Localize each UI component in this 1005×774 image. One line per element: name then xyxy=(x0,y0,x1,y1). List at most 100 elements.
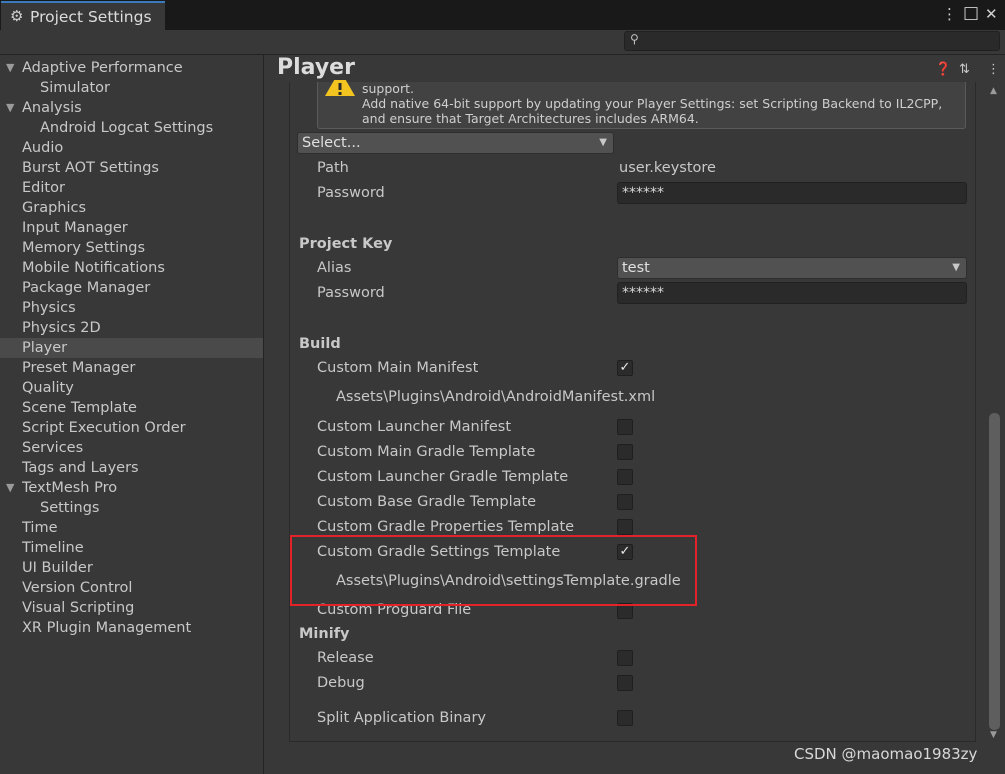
sidebar-item-label: Visual Scripting xyxy=(22,600,135,616)
custom-main-manifest-checkbox[interactable]: ✓ xyxy=(617,360,633,376)
close-icon[interactable]: ✕ xyxy=(985,5,998,23)
sidebar-item-input-manager[interactable]: Input Manager xyxy=(0,218,263,238)
annotation-highlight-box xyxy=(290,535,697,606)
scroll-down-icon[interactable]: ▼ xyxy=(990,730,997,740)
custom-launcher-manifest-checkbox[interactable] xyxy=(617,419,633,435)
sidebar-item-quality[interactable]: Quality xyxy=(0,378,263,398)
preset-icon[interactable]: ⇅ xyxy=(959,62,970,77)
sidebar-item-label: Analysis xyxy=(22,100,82,116)
custom-base-gradle-label: Custom Base Gradle Template xyxy=(317,494,537,510)
alias-dropdown[interactable]: test ▼ xyxy=(617,257,967,279)
manifest-path: Assets\Plugins\Android\AndroidManifest.x… xyxy=(336,389,656,405)
sidebar-item-textmesh-pro[interactable]: ▼ TextMesh Pro xyxy=(0,478,263,498)
sidebar-item-physics[interactable]: Physics xyxy=(0,298,263,318)
sidebar-item-android-logcat-settings[interactable]: Android Logcat Settings xyxy=(0,118,263,138)
minify-heading: Minify xyxy=(299,626,350,642)
watermark: CSDN @maomao1983zy xyxy=(794,745,978,763)
sidebar-item-label: Editor xyxy=(22,180,65,196)
custom-launcher-gradle-checkbox[interactable] xyxy=(617,469,633,485)
sidebar-item-preset-manager[interactable]: Preset Manager xyxy=(0,358,263,378)
warning-text-line3: and ensure that Target Architectures inc… xyxy=(362,111,699,126)
warning-icon xyxy=(325,80,355,96)
sidebar-item-label: Physics xyxy=(22,300,76,316)
sidebar-item-xr-plugin-management[interactable]: XR Plugin Management xyxy=(0,618,263,638)
split-binary-checkbox[interactable] xyxy=(617,710,633,726)
sidebar-item-label: Adaptive Performance xyxy=(22,60,183,76)
scrollbar-thumb[interactable] xyxy=(989,413,1000,730)
sidebar-item-label: Quality xyxy=(22,380,74,396)
sidebar-item-burst-aot-settings[interactable]: Burst AOT Settings xyxy=(0,158,263,178)
sidebar-item-audio[interactable]: Audio xyxy=(0,138,263,158)
sidebar-item-time[interactable]: Time xyxy=(0,518,263,538)
sidebar-item-version-control[interactable]: Version Control xyxy=(0,578,263,598)
sidebar-item-tags-and-layers[interactable]: Tags and Layers xyxy=(0,458,263,478)
keystore-path-label: Path xyxy=(317,160,349,176)
sidebar-item-script-execution-order[interactable]: Script Execution Order xyxy=(0,418,263,438)
custom-gradle-properties-label: Custom Gradle Properties Template xyxy=(317,519,575,535)
sidebar-item-label: Settings xyxy=(40,500,100,516)
sidebar-item-package-manager[interactable]: Package Manager xyxy=(0,278,263,298)
tab-title: Project Settings xyxy=(30,8,152,26)
release-label: Release xyxy=(317,650,374,666)
keystore-select-dropdown[interactable]: Select... ▼ xyxy=(297,132,614,154)
sidebar-item-label: Simulator xyxy=(40,80,110,96)
custom-main-gradle-checkbox[interactable] xyxy=(617,444,633,460)
scroll-up-icon[interactable]: ▲ xyxy=(990,86,997,96)
sidebar-item-adaptive-performance[interactable]: ▼ Adaptive Performance xyxy=(0,58,263,78)
sidebar-item-player[interactable]: Player xyxy=(0,338,263,358)
alias-value: test xyxy=(622,260,650,276)
key-password-field[interactable]: ****** xyxy=(617,282,967,304)
page-title: Player xyxy=(277,55,355,80)
custom-main-gradle-label: Custom Main Gradle Template xyxy=(317,444,536,460)
maximize-icon[interactable]: □ xyxy=(963,3,979,23)
settings-panel xyxy=(289,82,976,742)
sidebar-item-label: Package Manager xyxy=(22,280,151,296)
check-icon: ✓ xyxy=(619,360,631,375)
sidebar-item-label: Android Logcat Settings xyxy=(40,120,214,136)
debug-checkbox[interactable] xyxy=(617,675,633,691)
keystore-path-value: user.keystore xyxy=(619,160,716,176)
sidebar-item-label: Services xyxy=(22,440,84,456)
more-options-icon[interactable]: ⋮ xyxy=(987,62,1000,77)
keystore-password-field[interactable]: ****** xyxy=(617,182,967,204)
sidebar-item-label: Player xyxy=(22,340,68,356)
help-icon[interactable]: ❓ xyxy=(935,62,951,77)
sidebar-item-label: Time xyxy=(22,520,58,536)
expand-triangle-icon[interactable]: ▼ xyxy=(6,58,14,78)
custom-launcher-gradle-label: Custom Launcher Gradle Template xyxy=(317,469,569,485)
sidebar-item-label: Audio xyxy=(22,140,64,156)
sidebar-item-graphics[interactable]: Graphics xyxy=(0,198,263,218)
sidebar-item-label: Scene Template xyxy=(22,400,137,416)
sidebar-item-mobile-notifications[interactable]: Mobile Notifications xyxy=(0,258,263,278)
sidebar-item-visual-scripting[interactable]: Visual Scripting xyxy=(0,598,263,618)
sidebar-item-ui-builder[interactable]: UI Builder xyxy=(0,558,263,578)
sidebar-item-services[interactable]: Services xyxy=(0,438,263,458)
custom-launcher-manifest-label: Custom Launcher Manifest xyxy=(317,419,512,435)
sidebar-item-simulator[interactable]: Simulator xyxy=(0,78,263,98)
sidebar-item-label: Preset Manager xyxy=(22,360,136,376)
sidebar-item-editor[interactable]: Editor xyxy=(0,178,263,198)
sidebar-item-label: TextMesh Pro xyxy=(22,480,118,496)
window-menu-icon[interactable]: ⋮ xyxy=(942,5,957,23)
tab-project-settings[interactable]: ⚙ Project Settings xyxy=(1,1,165,30)
sidebar-item-analysis[interactable]: ▼ Analysis xyxy=(0,98,263,118)
sidebar-item-label: Tags and Layers xyxy=(22,460,139,476)
sidebar-item-label: Graphics xyxy=(22,200,87,216)
sidebar-item-scene-template[interactable]: Scene Template xyxy=(0,398,263,418)
sidebar-item-label: Script Execution Order xyxy=(22,420,186,436)
sidebar-item-memory-settings[interactable]: Memory Settings xyxy=(0,238,263,258)
search-icon: ⚲ xyxy=(630,32,639,46)
sidebar-item-physics-2d[interactable]: Physics 2D xyxy=(0,318,263,338)
gear-icon: ⚙ xyxy=(10,7,24,25)
custom-base-gradle-checkbox[interactable] xyxy=(617,494,633,510)
release-checkbox[interactable] xyxy=(617,650,633,666)
custom-gradle-properties-checkbox[interactable] xyxy=(617,519,633,535)
expand-triangle-icon[interactable]: ▼ xyxy=(6,98,14,118)
expand-triangle-icon[interactable]: ▼ xyxy=(6,478,14,498)
sidebar-item-timeline[interactable]: Timeline xyxy=(0,538,263,558)
keystore-password-label: Password xyxy=(317,185,385,201)
search-input[interactable]: ⚲ xyxy=(624,31,1000,51)
sidebar-item-settings[interactable]: Settings xyxy=(0,498,263,518)
sidebar-item-label: Mobile Notifications xyxy=(22,260,165,276)
chevron-down-icon: ▼ xyxy=(599,137,607,148)
